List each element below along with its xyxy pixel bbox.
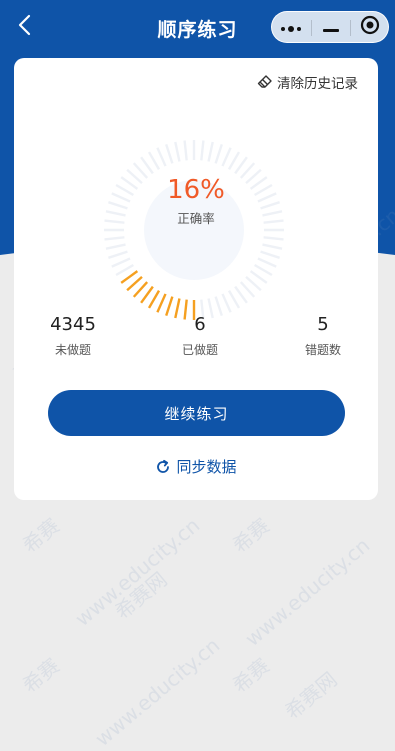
accuracy-gauge [98, 134, 290, 326]
gauge-tick [156, 147, 167, 167]
continue-practice-button[interactable]: 继续练习 [48, 390, 345, 436]
stats-row: 4345 未做题 6 已做题 5 错题数 [14, 314, 378, 374]
mini-program-capsule [271, 11, 389, 43]
gauge-tick [183, 140, 188, 161]
gauge-tick-active [140, 285, 154, 304]
clear-history-label: 清除历史记录 [277, 76, 358, 92]
accuracy-label: 正确率 [177, 211, 215, 226]
gauge-tick [254, 263, 273, 277]
gauge-tick [200, 140, 205, 161]
watermark-brand-full: 希赛网 [110, 567, 172, 625]
gauge-tick [115, 263, 134, 277]
gauge-tick [239, 281, 256, 298]
accuracy-gauge-ring [104, 140, 284, 320]
watermark-brand: 希赛 [227, 653, 274, 698]
stat-answered: 6 已做题 [145, 314, 255, 358]
stat-unanswered: 4345 未做题 [18, 314, 128, 358]
gauge-tick [262, 243, 283, 250]
gauge-tick [234, 285, 248, 304]
watermark-brand: 希赛 [17, 513, 64, 558]
gauge-tick [108, 250, 128, 259]
eraser-icon [257, 74, 273, 90]
gauge-tick-active [156, 293, 167, 313]
gauge-tick [249, 270, 268, 284]
gauge-tick [174, 141, 181, 162]
gauge-tick [221, 293, 232, 313]
clear-history-button[interactable]: 清除历史记录 [257, 72, 358, 92]
minimize-button[interactable] [312, 12, 350, 42]
gauge-tick-active [126, 275, 143, 292]
gauge-tick-active [120, 270, 139, 284]
gauge-tick [147, 151, 161, 170]
gauge-tick [227, 151, 241, 170]
nav-bar: 顺序练习 [0, 0, 395, 56]
sync-data-button[interactable]: 同步数据 [14, 456, 378, 477]
more-button[interactable] [272, 12, 310, 42]
minimize-icon [323, 18, 339, 37]
watermark-site: www.educity.cn [90, 633, 225, 751]
close-button[interactable] [351, 12, 389, 42]
gauge-tick-active [147, 290, 161, 309]
gauge-tick [260, 250, 280, 259]
gauge-tick [111, 257, 131, 268]
stat-value: 5 [317, 314, 329, 335]
gauge-tick [245, 275, 262, 292]
stat-value: 4345 [50, 314, 96, 335]
refresh-icon [155, 459, 171, 475]
target-close-icon [360, 15, 380, 39]
gauge-tick [221, 147, 232, 167]
accuracy-value: 16% [167, 175, 225, 205]
gauge-tick [140, 156, 154, 175]
gauge-tick [207, 141, 214, 162]
sync-data-label: 同步数据 [176, 458, 237, 476]
watermark-brand-full: 希赛网 [280, 667, 342, 725]
gauge-tick [105, 243, 126, 250]
practice-card: 清除历史记录 16% 正确率 4345 未做题 6 已做题 5 错题数 继续练习… [14, 58, 378, 500]
gauge-tick-active [165, 296, 174, 316]
watermark-brand: 希赛 [227, 513, 274, 558]
gauge-tick-active [132, 281, 149, 298]
gauge-tick [165, 144, 174, 164]
gauge-tick [263, 236, 284, 241]
more-dots-icon [280, 18, 302, 37]
gauge-tick [214, 144, 223, 164]
stat-wrong: 5 错题数 [268, 314, 378, 358]
watermark-site: www.educity.cn [240, 533, 375, 651]
gauge-tick [257, 257, 277, 268]
stat-label: 已做题 [181, 343, 218, 357]
gauge-tick [234, 156, 248, 175]
gauge-tick [227, 290, 241, 309]
watermark-site: www.educity.cn [70, 513, 205, 631]
gauge-tick [104, 236, 125, 241]
gauge-tick [214, 296, 223, 316]
watermark-brand: 希赛 [17, 653, 64, 698]
stat-value: 6 [194, 314, 206, 335]
stat-label: 未做题 [54, 343, 91, 357]
stat-label: 错题数 [304, 343, 341, 357]
